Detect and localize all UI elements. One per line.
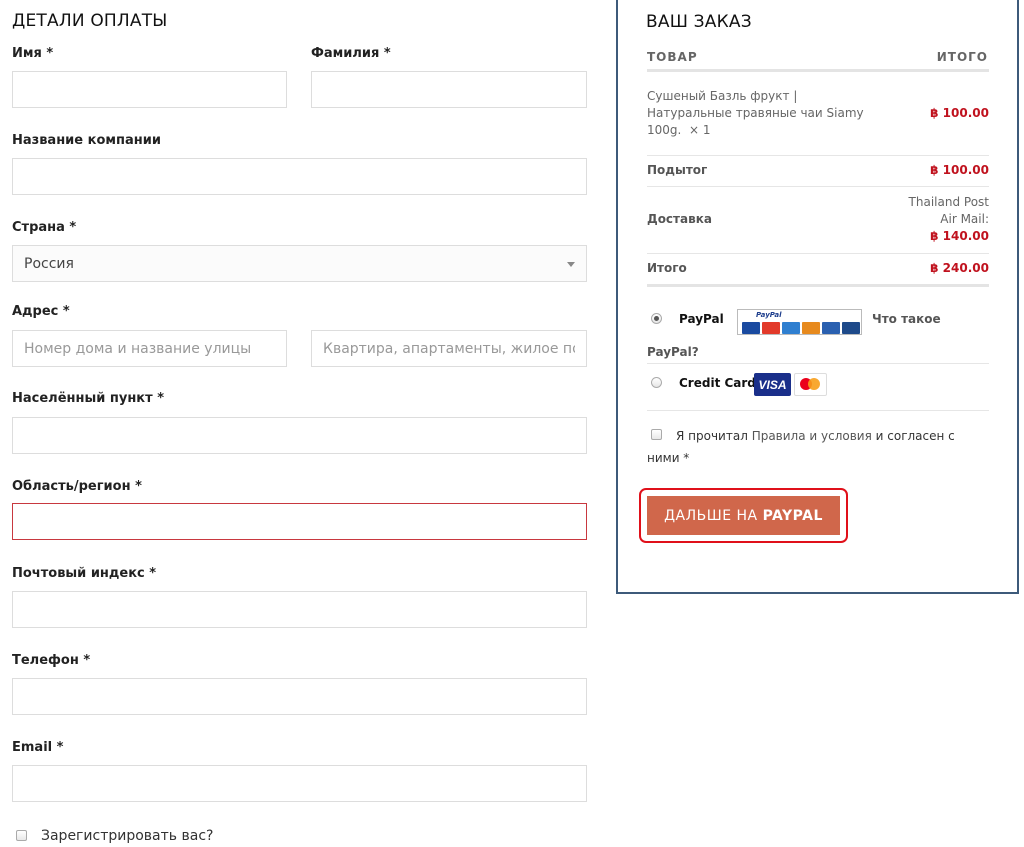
billing-title: ДЕТАЛИ ОПЛАТЫ <box>12 11 168 31</box>
proceed-to-paypal-button[interactable]: ДАЛЬШЕ НА PAYPAL <box>647 496 840 535</box>
jcb-mini-icon <box>822 322 840 334</box>
amex-mini-icon <box>782 322 800 334</box>
discover-mini-icon <box>802 322 820 334</box>
first-name-label: Имя * <box>12 46 54 61</box>
paypal-logo-text: PayPal <box>756 311 782 319</box>
credit-card-radio[interactable] <box>651 377 662 388</box>
col-product-header: ТОВАР <box>647 50 698 64</box>
shipping-divider <box>647 253 989 254</box>
paypal-whatis-link-cont[interactable]: PayPal? <box>647 345 699 359</box>
order-title: ВАШ ЗАКАЗ <box>646 12 752 32</box>
country-select[interactable]: Россия <box>12 245 587 282</box>
address-label: Адрес * <box>12 304 70 319</box>
paypal-label[interactable]: PayPal <box>679 312 724 326</box>
subtotal-label: Подытог <box>647 163 708 177</box>
terms-checkbox[interactable] <box>651 429 662 440</box>
credit-divider <box>647 410 989 411</box>
col-total-header: ИТОГО <box>936 50 988 64</box>
bank-mini-icon <box>842 322 860 334</box>
company-input[interactable] <box>12 158 587 195</box>
phone-label: Телефон * <box>12 653 91 668</box>
country-label: Страна * <box>12 220 77 235</box>
visa-logo-text: VISA <box>758 377 787 392</box>
subtotal-divider <box>647 186 989 187</box>
paypal-divider <box>647 363 989 364</box>
mastercard-mini-icon <box>762 322 780 334</box>
order-item-name: Сушеный Базль фрукт | Натуральные травян… <box>647 89 864 137</box>
address-line2-input[interactable] <box>311 330 587 367</box>
order-item-price: ฿ 100.00 <box>930 106 989 120</box>
paypal-acceptance-logo: PayPal <box>737 309 862 335</box>
mastercard-logo-icon <box>794 373 827 396</box>
city-label: Населённый пункт * <box>12 391 164 406</box>
subtotal-value: ฿ 100.00 <box>930 163 989 177</box>
paypal-radio[interactable] <box>651 313 662 324</box>
shipping-label: Доставка <box>647 212 712 226</box>
postcode-label: Почтовый индекс * <box>12 566 157 581</box>
last-name-input[interactable] <box>311 71 587 108</box>
visa-logo-icon: VISA <box>754 373 791 396</box>
email-input[interactable] <box>12 765 587 802</box>
visa-mini-icon <box>742 322 760 334</box>
chevron-down-icon <box>567 262 575 267</box>
region-label: Область/регион * <box>12 479 142 494</box>
first-name-input[interactable] <box>12 71 287 108</box>
postcode-input[interactable] <box>12 591 587 628</box>
total-value: ฿ 240.00 <box>930 261 989 275</box>
address-line1-input[interactable] <box>12 330 287 367</box>
register-label: Зарегистрировать вас? <box>41 828 214 844</box>
region-input[interactable] <box>12 503 587 540</box>
credit-card-label[interactable]: Credit Card <box>679 376 756 390</box>
item-divider <box>647 155 989 156</box>
email-label: Email * <box>12 740 64 755</box>
total-divider <box>647 284 989 287</box>
order-item-qty: × 1 <box>688 123 711 137</box>
terms-text-cont: ними * <box>647 451 690 465</box>
paypal-whatis-link[interactable]: Что такое <box>872 312 941 326</box>
register-checkbox[interactable] <box>16 830 27 841</box>
country-select-value: Россия <box>24 255 74 272</box>
last-name-label: Фамилия * <box>311 46 391 61</box>
proceed-highlight: ДАЛЬШЕ НА PAYPAL <box>639 488 848 543</box>
terms-text: Я прочитал Правила и условия и согласен … <box>676 429 955 443</box>
phone-input[interactable] <box>12 678 587 715</box>
shipping-method: Thailand Post Air Mail: <box>908 195 989 226</box>
total-label: Итого <box>647 261 687 275</box>
city-input[interactable] <box>12 417 587 454</box>
company-label: Название компании <box>12 133 161 148</box>
header-divider <box>647 69 989 72</box>
shipping-value: ฿ 140.00 <box>930 229 989 243</box>
terms-link[interactable]: Правила и условия <box>752 429 872 443</box>
